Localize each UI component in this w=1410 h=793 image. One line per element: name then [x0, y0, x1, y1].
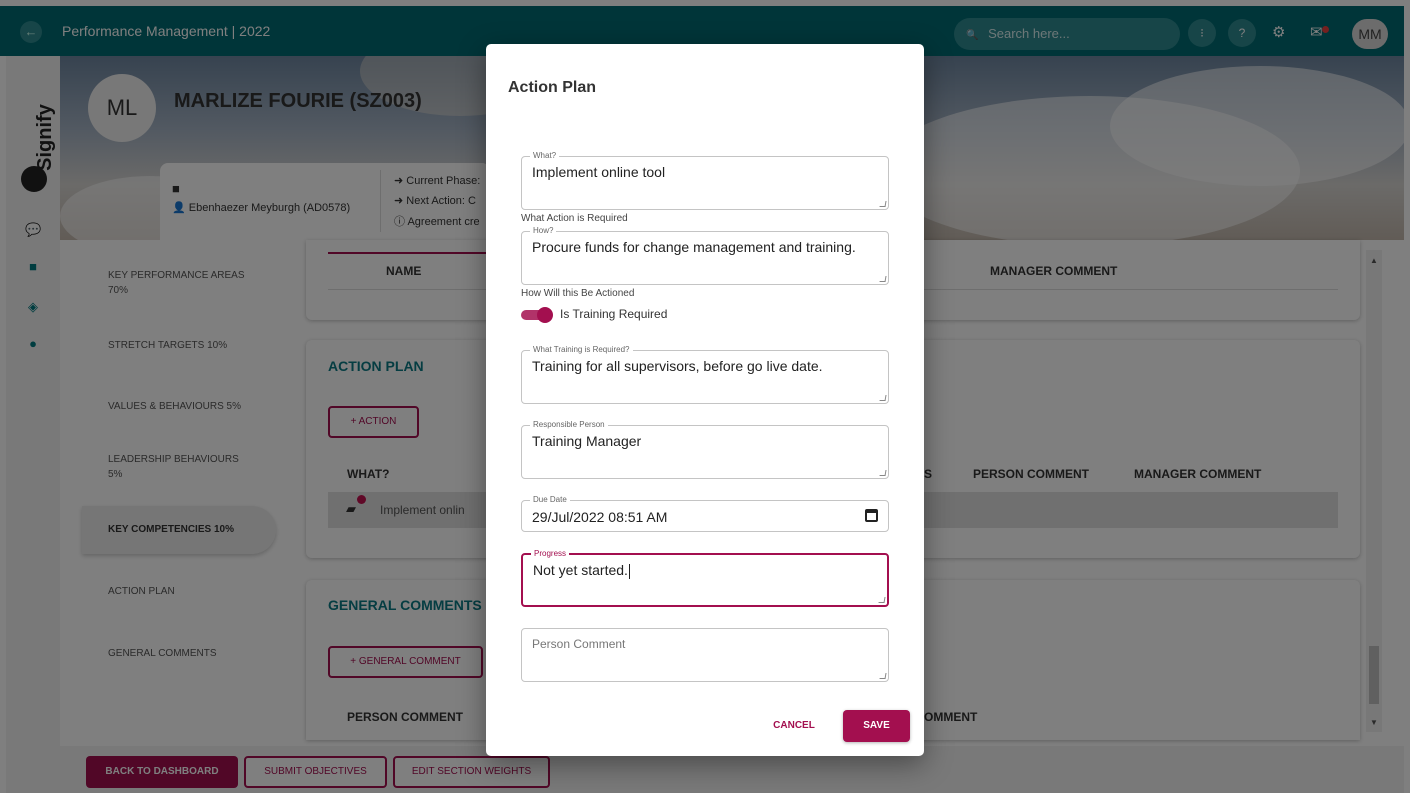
- due-date-field[interactable]: Due Date 29/Jul/2022 08:51 AM: [521, 495, 889, 532]
- progress-field[interactable]: Progress Not yet started.: [521, 549, 889, 607]
- due-legend: Due Date: [530, 495, 570, 505]
- resize-handle-icon[interactable]: [879, 395, 887, 401]
- training-required-toggle[interactable]: [521, 307, 553, 323]
- progress-legend: Progress: [531, 549, 570, 559]
- dialog-title: Action Plan: [508, 79, 597, 96]
- how-value: Procure funds for change management and …: [532, 239, 856, 255]
- training-field[interactable]: What Training is Required? Training for …: [521, 345, 889, 404]
- progress-value: Not yet started.: [533, 562, 630, 579]
- progress-text: Not yet started.: [533, 562, 628, 578]
- person-comment-field[interactable]: Person Comment: [521, 628, 889, 682]
- due-value: 29/Jul/2022 08:51 AM: [532, 509, 668, 525]
- what-value: Implement online tool: [532, 164, 666, 180]
- what-field[interactable]: What? Implement online tool: [521, 151, 889, 210]
- responsible-value: Training Manager: [532, 433, 642, 449]
- how-legend: How?: [530, 226, 557, 236]
- how-helper: How Will this Be Actioned: [521, 288, 635, 299]
- what-legend: What?: [530, 151, 560, 161]
- training-required-label: Is Training Required: [560, 307, 668, 321]
- toggle-knob: [537, 307, 553, 323]
- training-legend: What Training is Required?: [530, 345, 633, 355]
- resize-handle-icon[interactable]: [879, 201, 887, 207]
- resize-handle-icon[interactable]: [879, 470, 887, 476]
- what-helper: What Action is Required: [521, 213, 628, 224]
- how-field[interactable]: How? Procure funds for change management…: [521, 226, 889, 285]
- training-value: Training for all supervisors, before go …: [532, 358, 823, 374]
- responsible-legend: Responsible Person: [530, 420, 608, 430]
- save-button[interactable]: SAVE: [843, 710, 910, 742]
- responsible-person-field[interactable]: Responsible Person Training Manager: [521, 420, 889, 479]
- text-caret: [628, 563, 630, 579]
- action-plan-dialog: Action Plan What? Implement online tool …: [486, 44, 924, 756]
- resize-handle-icon[interactable]: [879, 276, 887, 282]
- cancel-button[interactable]: CANCEL: [758, 710, 830, 742]
- resize-handle-icon[interactable]: [879, 673, 887, 679]
- calendar-icon[interactable]: [865, 509, 878, 522]
- resize-handle-icon[interactable]: [878, 597, 886, 603]
- person-comment-placeholder: Person Comment: [532, 637, 626, 651]
